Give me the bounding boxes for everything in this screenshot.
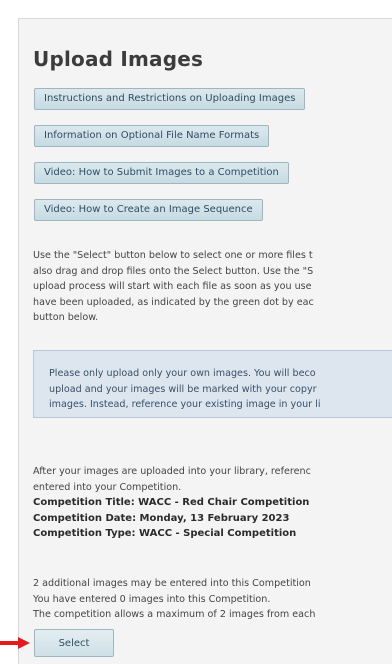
library-line: entered into your Competition. (33, 481, 182, 493)
intro-line: button below. (33, 312, 99, 323)
copyright-notice: Please only upload only your own images.… (33, 350, 392, 418)
instructions-button[interactable]: Instructions and Restrictions on Uploadi… (34, 88, 306, 110)
competition-type: Competition Type: WACC - Special Competi… (33, 528, 297, 539)
video-sequence-button[interactable]: Video: How to Create an Image Sequence (34, 199, 263, 221)
notice-line: images. Instead, reference your existing… (49, 399, 321, 410)
notice-line: Please only upload only your own images.… (49, 368, 316, 379)
entry-counts: 2 additional images may be entered into … (33, 576, 315, 623)
upload-images-page: Upload Images Instructions and Restricti… (0, 0, 392, 664)
competition-date: Competition Date: Monday, 13 February 20… (33, 512, 290, 524)
file-name-formats-button[interactable]: Information on Optional File Name Format… (34, 125, 270, 147)
intro-line: have been uploaded, as indicated by the … (33, 296, 314, 308)
count-line: You have entered 0 images into this Comp… (33, 593, 271, 605)
upload-panel (18, 18, 392, 664)
page-title: Upload Images (33, 47, 204, 71)
notice-line: upload and your images will be marked wi… (49, 383, 317, 395)
video-submit-button[interactable]: Video: How to Submit Images to a Competi… (34, 162, 289, 184)
intro-line: also drag and drop files onto the Select… (33, 265, 314, 277)
intro-line: upload process will start with each file… (33, 281, 312, 292)
notice-text: Please only upload only your own images.… (49, 366, 321, 413)
intro-text: Use the "Select" button below to select … (33, 248, 392, 326)
count-line: The competition allows a maximum of 2 im… (33, 609, 316, 620)
count-line: 2 additional images may be entered into … (33, 578, 311, 589)
competition-title: Competition Title: WACC - Red Chair Comp… (33, 497, 310, 508)
intro-line: Use the "Select" button below to select … (33, 250, 313, 261)
red-arrow-icon (0, 637, 30, 649)
library-line: After your images are uploaded into your… (33, 466, 311, 477)
select-button[interactable]: Select (34, 629, 114, 657)
competition-info: After your images are uploaded into your… (33, 464, 311, 542)
